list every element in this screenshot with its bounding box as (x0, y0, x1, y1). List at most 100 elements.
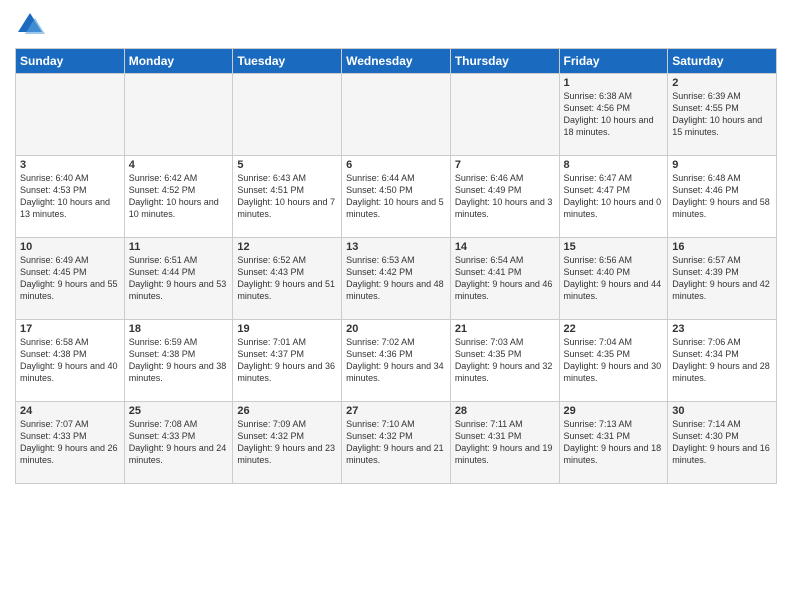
day-number: 4 (129, 159, 229, 171)
logo (15, 10, 49, 40)
day-number: 6 (346, 159, 446, 171)
calendar-cell: 25Sunrise: 7:08 AM Sunset: 4:33 PM Dayli… (124, 402, 233, 484)
day-info: Sunrise: 7:11 AM Sunset: 4:31 PM Dayligh… (455, 418, 555, 467)
day-number: 27 (346, 405, 446, 417)
calendar-cell (342, 74, 451, 156)
calendar-cell: 22Sunrise: 7:04 AM Sunset: 4:35 PM Dayli… (559, 320, 668, 402)
day-header-wednesday: Wednesday (342, 49, 451, 74)
calendar-cell: 4Sunrise: 6:42 AM Sunset: 4:52 PM Daylig… (124, 156, 233, 238)
day-number: 16 (672, 241, 772, 253)
day-info: Sunrise: 6:43 AM Sunset: 4:51 PM Dayligh… (237, 172, 337, 221)
day-number: 24 (20, 405, 120, 417)
page: SundayMondayTuesdayWednesdayThursdayFrid… (0, 0, 792, 612)
calendar-cell: 14Sunrise: 6:54 AM Sunset: 4:41 PM Dayli… (450, 238, 559, 320)
calendar-cell: 18Sunrise: 6:59 AM Sunset: 4:38 PM Dayli… (124, 320, 233, 402)
day-info: Sunrise: 7:10 AM Sunset: 4:32 PM Dayligh… (346, 418, 446, 467)
day-header-sunday: Sunday (16, 49, 125, 74)
logo-icon (15, 10, 45, 40)
day-header-friday: Friday (559, 49, 668, 74)
day-number: 9 (672, 159, 772, 171)
day-number: 23 (672, 323, 772, 335)
day-header-tuesday: Tuesday (233, 49, 342, 74)
day-number: 29 (564, 405, 664, 417)
day-number: 1 (564, 77, 664, 89)
calendar-cell: 28Sunrise: 7:11 AM Sunset: 4:31 PM Dayli… (450, 402, 559, 484)
calendar-cell: 7Sunrise: 6:46 AM Sunset: 4:49 PM Daylig… (450, 156, 559, 238)
day-number: 7 (455, 159, 555, 171)
day-number: 28 (455, 405, 555, 417)
day-info: Sunrise: 6:40 AM Sunset: 4:53 PM Dayligh… (20, 172, 120, 221)
calendar-cell: 21Sunrise: 7:03 AM Sunset: 4:35 PM Dayli… (450, 320, 559, 402)
day-number: 22 (564, 323, 664, 335)
calendar-cell: 16Sunrise: 6:57 AM Sunset: 4:39 PM Dayli… (668, 238, 777, 320)
calendar-cell: 29Sunrise: 7:13 AM Sunset: 4:31 PM Dayli… (559, 402, 668, 484)
calendar-cell: 19Sunrise: 7:01 AM Sunset: 4:37 PM Dayli… (233, 320, 342, 402)
day-number: 12 (237, 241, 337, 253)
day-number: 5 (237, 159, 337, 171)
day-number: 18 (129, 323, 229, 335)
day-info: Sunrise: 6:39 AM Sunset: 4:55 PM Dayligh… (672, 90, 772, 139)
day-number: 3 (20, 159, 120, 171)
day-info: Sunrise: 7:03 AM Sunset: 4:35 PM Dayligh… (455, 336, 555, 385)
calendar-week-2: 10Sunrise: 6:49 AM Sunset: 4:45 PM Dayli… (16, 238, 777, 320)
calendar-cell: 26Sunrise: 7:09 AM Sunset: 4:32 PM Dayli… (233, 402, 342, 484)
day-number: 26 (237, 405, 337, 417)
day-header-thursday: Thursday (450, 49, 559, 74)
calendar-table: SundayMondayTuesdayWednesdayThursdayFrid… (15, 48, 777, 484)
day-number: 30 (672, 405, 772, 417)
calendar-cell: 8Sunrise: 6:47 AM Sunset: 4:47 PM Daylig… (559, 156, 668, 238)
calendar-cell: 17Sunrise: 6:58 AM Sunset: 4:38 PM Dayli… (16, 320, 125, 402)
day-number: 8 (564, 159, 664, 171)
day-number: 11 (129, 241, 229, 253)
day-number: 14 (455, 241, 555, 253)
day-info: Sunrise: 7:07 AM Sunset: 4:33 PM Dayligh… (20, 418, 120, 467)
day-info: Sunrise: 6:51 AM Sunset: 4:44 PM Dayligh… (129, 254, 229, 303)
day-info: Sunrise: 7:06 AM Sunset: 4:34 PM Dayligh… (672, 336, 772, 385)
day-info: Sunrise: 6:44 AM Sunset: 4:50 PM Dayligh… (346, 172, 446, 221)
calendar-cell: 2Sunrise: 6:39 AM Sunset: 4:55 PM Daylig… (668, 74, 777, 156)
day-info: Sunrise: 7:09 AM Sunset: 4:32 PM Dayligh… (237, 418, 337, 467)
calendar-cell: 27Sunrise: 7:10 AM Sunset: 4:32 PM Dayli… (342, 402, 451, 484)
day-number: 20 (346, 323, 446, 335)
day-info: Sunrise: 7:04 AM Sunset: 4:35 PM Dayligh… (564, 336, 664, 385)
day-info: Sunrise: 6:59 AM Sunset: 4:38 PM Dayligh… (129, 336, 229, 385)
day-info: Sunrise: 6:56 AM Sunset: 4:40 PM Dayligh… (564, 254, 664, 303)
calendar-cell: 12Sunrise: 6:52 AM Sunset: 4:43 PM Dayli… (233, 238, 342, 320)
day-number: 15 (564, 241, 664, 253)
calendar-cell: 10Sunrise: 6:49 AM Sunset: 4:45 PM Dayli… (16, 238, 125, 320)
calendar-cell (16, 74, 125, 156)
day-number: 13 (346, 241, 446, 253)
day-info: Sunrise: 6:57 AM Sunset: 4:39 PM Dayligh… (672, 254, 772, 303)
calendar-cell: 1Sunrise: 6:38 AM Sunset: 4:56 PM Daylig… (559, 74, 668, 156)
calendar-cell: 11Sunrise: 6:51 AM Sunset: 4:44 PM Dayli… (124, 238, 233, 320)
day-info: Sunrise: 6:48 AM Sunset: 4:46 PM Dayligh… (672, 172, 772, 221)
day-info: Sunrise: 6:46 AM Sunset: 4:49 PM Dayligh… (455, 172, 555, 221)
day-info: Sunrise: 6:58 AM Sunset: 4:38 PM Dayligh… (20, 336, 120, 385)
calendar-cell: 23Sunrise: 7:06 AM Sunset: 4:34 PM Dayli… (668, 320, 777, 402)
day-info: Sunrise: 7:14 AM Sunset: 4:30 PM Dayligh… (672, 418, 772, 467)
calendar-cell: 15Sunrise: 6:56 AM Sunset: 4:40 PM Dayli… (559, 238, 668, 320)
calendar-week-1: 3Sunrise: 6:40 AM Sunset: 4:53 PM Daylig… (16, 156, 777, 238)
calendar-cell: 13Sunrise: 6:53 AM Sunset: 4:42 PM Dayli… (342, 238, 451, 320)
day-header-saturday: Saturday (668, 49, 777, 74)
day-number: 2 (672, 77, 772, 89)
calendar-cell (233, 74, 342, 156)
day-info: Sunrise: 7:01 AM Sunset: 4:37 PM Dayligh… (237, 336, 337, 385)
day-info: Sunrise: 7:13 AM Sunset: 4:31 PM Dayligh… (564, 418, 664, 467)
calendar-cell: 6Sunrise: 6:44 AM Sunset: 4:50 PM Daylig… (342, 156, 451, 238)
calendar-cell: 9Sunrise: 6:48 AM Sunset: 4:46 PM Daylig… (668, 156, 777, 238)
day-info: Sunrise: 6:38 AM Sunset: 4:56 PM Dayligh… (564, 90, 664, 139)
day-info: Sunrise: 6:42 AM Sunset: 4:52 PM Dayligh… (129, 172, 229, 221)
calendar-cell: 30Sunrise: 7:14 AM Sunset: 4:30 PM Dayli… (668, 402, 777, 484)
day-number: 19 (237, 323, 337, 335)
day-info: Sunrise: 6:53 AM Sunset: 4:42 PM Dayligh… (346, 254, 446, 303)
calendar-cell: 5Sunrise: 6:43 AM Sunset: 4:51 PM Daylig… (233, 156, 342, 238)
day-number: 25 (129, 405, 229, 417)
day-info: Sunrise: 6:49 AM Sunset: 4:45 PM Dayligh… (20, 254, 120, 303)
day-info: Sunrise: 6:52 AM Sunset: 4:43 PM Dayligh… (237, 254, 337, 303)
day-info: Sunrise: 6:54 AM Sunset: 4:41 PM Dayligh… (455, 254, 555, 303)
day-info: Sunrise: 7:02 AM Sunset: 4:36 PM Dayligh… (346, 336, 446, 385)
day-info: Sunrise: 7:08 AM Sunset: 4:33 PM Dayligh… (129, 418, 229, 467)
calendar-cell (124, 74, 233, 156)
calendar-cell: 20Sunrise: 7:02 AM Sunset: 4:36 PM Dayli… (342, 320, 451, 402)
